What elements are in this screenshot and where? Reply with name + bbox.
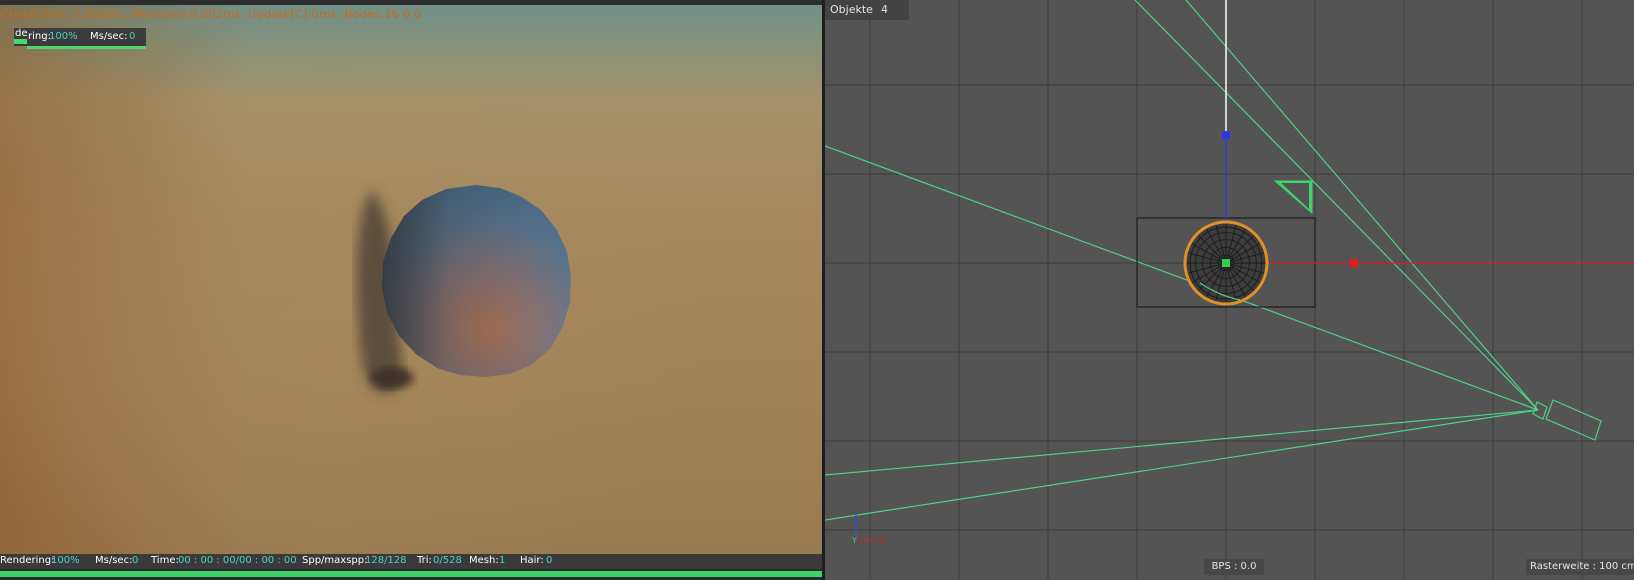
- status-tri-label: Tri:: [417, 555, 432, 566]
- render-view[interactable]: Check:0ms. 0.002ms. MeshGen:0.002ms. Upd…: [0, 0, 822, 554]
- grid-spacing-readout: Rasterweite : 100 cm: [1526, 559, 1634, 575]
- camera-line: [1185, 0, 1539, 411]
- sphere-shading: [382, 185, 571, 377]
- status-hair-label: Hair:: [520, 555, 544, 566]
- render-progress-track: [0, 569, 822, 580]
- status-time-label: Time:: [151, 555, 179, 566]
- mini-overlay-prefix: de: [15, 28, 28, 39]
- objects-label: Objekte: [830, 3, 873, 16]
- render-stats-line: Check:0ms. 0.002ms. MeshGen:0.002ms. Upd…: [1, 7, 422, 21]
- objects-count: 4: [881, 3, 888, 16]
- render-top-strip: [0, 0, 822, 5]
- status-hair-value: 0: [546, 555, 553, 566]
- camera-line: [1134, 0, 1539, 411]
- camera-line: [825, 145, 1539, 411]
- camera-object[interactable]: [1532, 399, 1602, 441]
- render-scene: [356, 185, 571, 394]
- status-ms-value: 0: [132, 555, 139, 566]
- mini-rendering-label: ring:: [28, 31, 51, 42]
- status-rendering-label: Rendering:: [0, 555, 55, 566]
- status-spp-value: 128/128: [365, 555, 407, 566]
- status-ms-label: Ms/sec:: [95, 555, 133, 566]
- mini-ms-value: 0: [129, 31, 136, 42]
- mini-ms-label: Ms/sec:: [90, 31, 128, 42]
- y-axis-handle[interactable]: [1222, 131, 1230, 139]
- camera-frustum-lines: [825, 0, 1539, 521]
- sphere-shadow-blob: [370, 367, 414, 389]
- status-mesh-value: 1: [499, 555, 506, 566]
- status-rendering-value: 100%: [51, 555, 80, 566]
- status-mesh-label: Mesh:: [469, 555, 499, 566]
- camera-body: [1545, 399, 1602, 441]
- objects-count-badge: Objekte 4: [825, 0, 909, 20]
- mini-overlay-indicator: [14, 39, 27, 44]
- bps-readout: BPS : 0.0: [1204, 559, 1264, 575]
- viewport-canvas[interactable]: [825, 0, 1634, 580]
- editor-viewport[interactable]: Y X Objekte 4 BPS : 0.0 Rasterweite : 10…: [825, 0, 1634, 580]
- mini-rendering-value: 100%: [49, 31, 78, 42]
- mini-progress-bar: [27, 46, 146, 49]
- object-origin-handle[interactable]: [1222, 259, 1230, 267]
- gizmo-x-label: X: [879, 536, 885, 545]
- render-status-bar: Rendering: 100% Ms/sec: 0 Time: 00 : 00 …: [0, 554, 822, 569]
- gizmo-y-label: Y: [852, 536, 857, 545]
- status-time-value: 00 : 00 : 00/00 : 00 : 00: [178, 555, 297, 566]
- status-spp-label: Spp/maxspp:: [302, 555, 368, 566]
- x-axis-handle[interactable]: [1350, 259, 1358, 267]
- world-axis-gizmo: [855, 514, 877, 541]
- render-progress-fill: [0, 571, 822, 577]
- status-tri-value: 0/528: [433, 555, 462, 566]
- mini-status-overlay: de ring: 100% Ms/sec: 0: [14, 28, 146, 46]
